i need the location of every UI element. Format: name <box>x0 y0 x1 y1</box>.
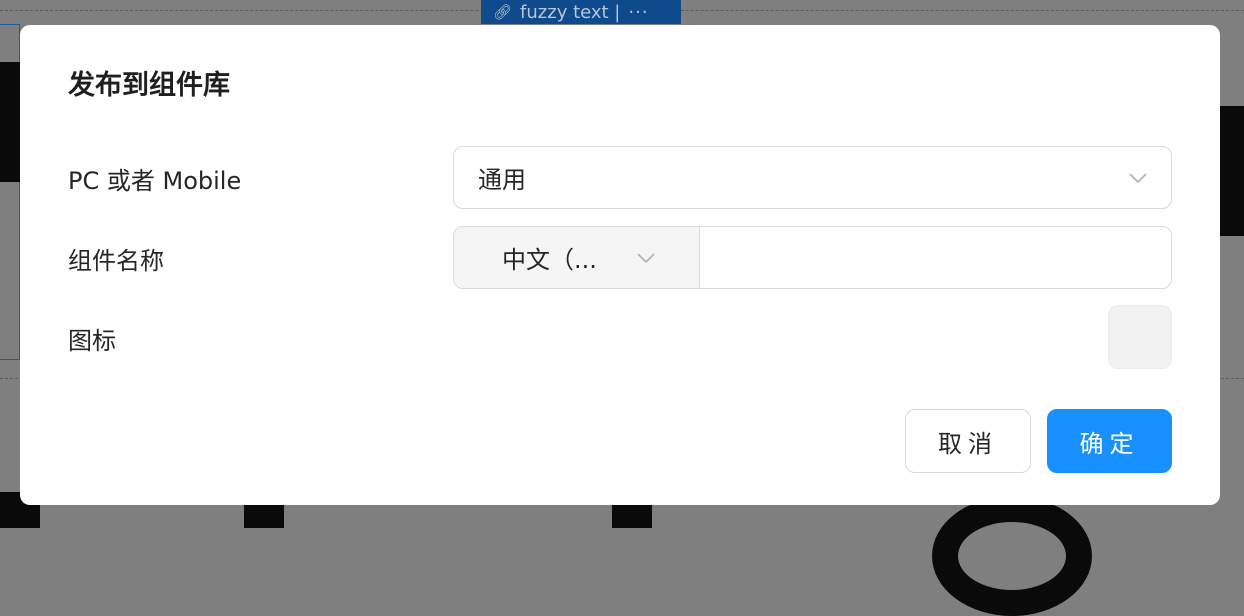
component-name-input[interactable] <box>700 227 1171 288</box>
cancel-button[interactable]: 取消 <box>905 409 1031 473</box>
language-select[interactable]: 中文（... <box>454 227 700 288</box>
fuzzy-text-artwork <box>612 505 652 528</box>
link-icon: 🔗︎ <box>493 3 513 21</box>
platform-label: PC 或者 Mobile <box>68 167 242 195</box>
platform-select[interactable]: 通用 <box>453 146 1172 209</box>
platform-select-value: 通用 <box>478 166 526 194</box>
dialog-title: 发布到组件库 <box>68 70 230 101</box>
chevron-down-icon <box>635 247 657 269</box>
chevron-down-icon <box>1127 167 1149 189</box>
icon-upload[interactable] <box>1108 305 1172 369</box>
publish-dialog: 发布到组件库 PC 或者 Mobile 通用 组件名称 中文（... 图标 取消… <box>20 25 1220 505</box>
icon-label: 图标 <box>68 327 116 355</box>
fuzzy-text-artwork <box>932 496 1092 616</box>
component-name-group: 中文（... <box>453 226 1172 289</box>
confirm-button[interactable]: 确定 <box>1047 409 1172 473</box>
component-name-label: 组件名称 <box>68 247 164 275</box>
fuzzy-text-artwork <box>0 62 20 182</box>
fuzzy-text-artwork <box>1220 106 1244 236</box>
more-icon[interactable]: ··· <box>628 2 648 23</box>
selection-tag[interactable]: 🔗︎ fuzzy text | ··· <box>481 0 681 24</box>
selection-tag-label: fuzzy text | <box>520 1 621 23</box>
fuzzy-text-artwork <box>244 505 284 528</box>
language-select-value: 中文（... <box>502 246 597 274</box>
